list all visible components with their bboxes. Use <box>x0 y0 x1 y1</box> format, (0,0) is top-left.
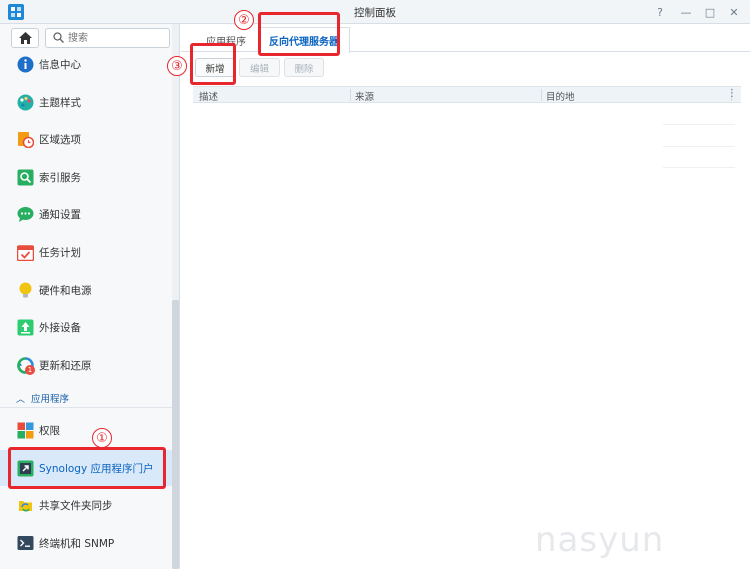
table-row-divider <box>663 146 735 147</box>
search-icon <box>53 32 64 43</box>
tab-reverse-proxy[interactable]: 反向代理服务器 <box>258 27 350 53</box>
sidebar-item-label: 权限 <box>39 424 60 437</box>
sidebar: 信息中心 主题样式 区域选项 索引服务 通知设置 任务计划 硬件和电源 <box>0 24 180 569</box>
home-button[interactable] <box>11 28 39 48</box>
column-header-destination[interactable]: 目的地 <box>546 89 575 103</box>
sidebar-item-label: 外接设备 <box>39 321 81 334</box>
sidebar-item-task-scheduler[interactable]: 任务计划 <box>0 234 172 270</box>
window-titlebar: 控制面板 ? — □ ✕ <box>0 0 750 24</box>
sidebar-item-label: 区域选项 <box>39 133 81 146</box>
sidebar-item-label: Synology 应用程序门户 <box>39 462 154 475</box>
sidebar-item-shared-folder-sync[interactable]: 共享文件夹同步 <box>0 487 172 523</box>
sidebar-item-permissions[interactable]: 权限 <box>0 412 172 448</box>
table-row-divider <box>663 124 735 125</box>
column-header-source[interactable]: 来源 <box>355 89 374 103</box>
maximize-button[interactable]: □ <box>700 2 720 22</box>
sidebar-item-notification[interactable]: 通知设置 <box>0 196 172 232</box>
help-button[interactable]: ? <box>650 2 670 22</box>
sidebar-item-label: 索引服务 <box>39 171 81 184</box>
index-search-icon <box>16 168 34 186</box>
lightbulb-icon <box>16 281 34 299</box>
main-panel: 应用程序 反向代理服务器 新增 编辑 删除 描述 来源 目的地 ⋮ <box>181 24 750 569</box>
app-portal-icon <box>16 459 34 477</box>
annotation-number-2: ② <box>234 10 254 30</box>
sidebar-item-label: 终端机和 SNMP <box>39 537 115 550</box>
sidebar-item-label: 信息中心 <box>39 58 81 71</box>
home-icon <box>18 32 32 44</box>
section-applications-toggle[interactable]: ︿ 应用程序 <box>16 391 69 405</box>
sidebar-item-hardware-power[interactable]: 硬件和电源 <box>0 272 172 308</box>
section-divider <box>0 407 172 408</box>
sidebar-item-app-portal[interactable]: Synology 应用程序门户 <box>0 450 172 486</box>
create-button[interactable]: 新增 <box>195 58 235 77</box>
annotation-number-1: ① <box>92 428 112 448</box>
sidebar-item-label: 共享文件夹同步 <box>39 499 113 512</box>
sidebar-item-label: 任务计划 <box>39 246 81 259</box>
region-clock-icon <box>16 130 34 148</box>
info-icon <box>16 55 34 73</box>
table-header: 描述 来源 目的地 ⋮ <box>193 86 741 103</box>
edit-button[interactable]: 编辑 <box>239 58 280 77</box>
minimize-button[interactable]: — <box>676 2 696 22</box>
sidebar-item-label: 通知设置 <box>39 208 81 221</box>
section-title: 应用程序 <box>31 394 70 405</box>
sidebar-item-index-service[interactable]: 索引服务 <box>0 159 172 195</box>
sidebar-item-external-devices[interactable]: 外接设备 <box>0 309 172 345</box>
terminal-icon <box>16 534 34 552</box>
table-row-divider <box>663 167 735 168</box>
column-header-description[interactable]: 描述 <box>199 89 218 103</box>
folder-sync-icon <box>16 496 34 514</box>
calendar-icon <box>16 243 34 261</box>
close-button[interactable]: ✕ <box>724 2 744 22</box>
annotation-number-3: ③ <box>167 56 187 76</box>
column-separator[interactable] <box>541 89 542 101</box>
sidebar-item-theme[interactable]: 主题样式 <box>0 84 172 120</box>
sidebar-item-region[interactable]: 区域选项 <box>0 121 172 157</box>
sidebar-item-update-restore[interactable]: 1 更新和还原 <box>0 347 172 383</box>
search-box[interactable] <box>45 28 170 48</box>
update-count-badge: 1 <box>25 365 35 375</box>
sidebar-item-label: 更新和还原 <box>39 359 92 372</box>
palette-icon <box>16 93 34 111</box>
column-separator[interactable] <box>350 89 351 101</box>
sidebar-item-terminal-snmp[interactable]: 终端机和 SNMP <box>0 525 172 561</box>
chat-bubble-icon <box>16 205 34 223</box>
window-title: 控制面板 <box>354 7 396 19</box>
sidebar-item-info-center[interactable]: 信息中心 <box>0 46 172 82</box>
sidebar-item-label: 硬件和电源 <box>39 284 92 297</box>
external-device-icon <box>16 318 34 336</box>
sidebar-scrollbar-thumb[interactable] <box>172 300 179 569</box>
tab-bar: 应用程序 反向代理服务器 <box>181 24 750 53</box>
update-restore-icon: 1 <box>16 356 35 375</box>
search-input[interactable] <box>68 31 166 45</box>
column-menu-icon[interactable]: ⋮ <box>727 88 737 99</box>
sidebar-item-label: 主题样式 <box>39 96 81 109</box>
permission-blocks-icon <box>16 421 34 439</box>
tab-applications[interactable]: 应用程序 <box>195 27 257 52</box>
delete-button[interactable]: 删除 <box>284 58 324 77</box>
watermark: nasyun <box>535 520 665 560</box>
chevron-up-icon: ︿ <box>16 394 26 405</box>
